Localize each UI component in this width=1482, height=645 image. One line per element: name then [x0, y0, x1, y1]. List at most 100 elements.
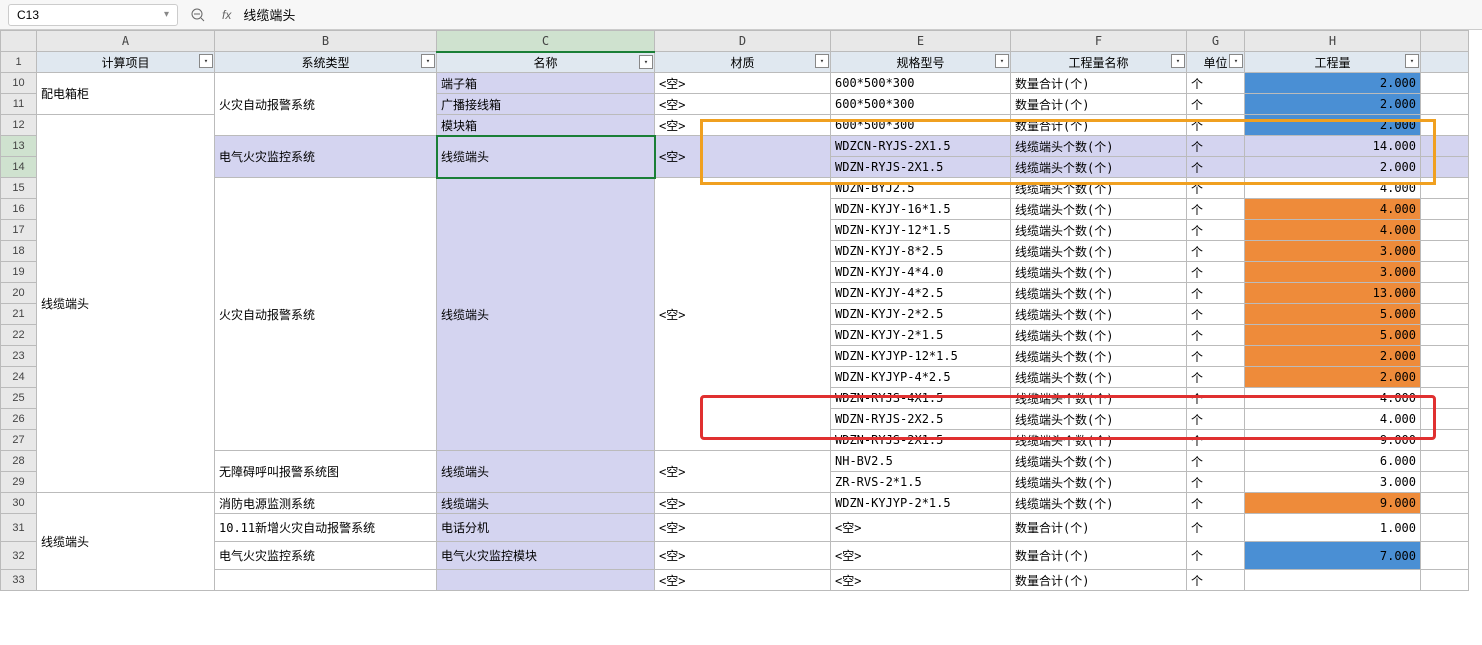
cell-A[interactable]: 线缆端头 — [37, 493, 215, 591]
cell-H[interactable]: 2.000 — [1245, 115, 1421, 136]
cell-D[interactable]: <空> — [655, 178, 831, 451]
formula-input[interactable] — [243, 4, 1474, 26]
cell-H[interactable]: 6.000 — [1245, 451, 1421, 472]
select-all-corner[interactable] — [1, 31, 37, 52]
cell-H[interactable] — [1245, 570, 1421, 591]
cell-E[interactable]: WDZN-KYJY-16*1.5 — [831, 199, 1011, 220]
cell-H[interactable]: 9.000 — [1245, 493, 1421, 514]
cell-B[interactable]: 火灾自动报警系统 — [215, 73, 437, 136]
cell-F[interactable]: 线缆端头个数(个) — [1011, 472, 1187, 493]
cell-D[interactable]: <空> — [655, 73, 831, 94]
cell-D[interactable]: <空> — [655, 115, 831, 136]
cell-H[interactable]: 9.000 — [1245, 430, 1421, 451]
cell-C[interactable] — [437, 570, 655, 591]
cell-E[interactable]: WDZN-KYJYP-12*1.5 — [831, 346, 1011, 367]
cell-H[interactable]: 2.000 — [1245, 94, 1421, 115]
row-header[interactable]: 14 — [1, 157, 37, 178]
cell-F[interactable]: 线缆端头个数(个) — [1011, 136, 1187, 157]
cell-C[interactable]: 电气火灾监控模块 — [437, 542, 655, 570]
cell-G[interactable]: 个 — [1187, 367, 1245, 388]
column-header-B[interactable]: B — [215, 31, 437, 52]
cell-F[interactable]: 线缆端头个数(个) — [1011, 220, 1187, 241]
cell-H[interactable]: 4.000 — [1245, 388, 1421, 409]
row-header[interactable]: 16 — [1, 199, 37, 220]
cell-F[interactable]: 线缆端头个数(个) — [1011, 178, 1187, 199]
cell-E[interactable]: WDZN-KYJY-8*2.5 — [831, 241, 1011, 262]
cell-A[interactable]: 线缆端头 — [37, 115, 215, 493]
cell-D[interactable]: <空> — [655, 451, 831, 493]
row-header[interactable]: 12 — [1, 115, 37, 136]
cell-F[interactable]: 线缆端头个数(个) — [1011, 346, 1187, 367]
row-header[interactable]: 31 — [1, 514, 37, 542]
cell-F[interactable]: 线缆端头个数(个) — [1011, 451, 1187, 472]
cell-G[interactable]: 个 — [1187, 472, 1245, 493]
cell-G[interactable]: 个 — [1187, 514, 1245, 542]
cell-A[interactable]: 配电箱柜 — [37, 73, 215, 115]
filter-dropdown-icon[interactable]: ▾ — [199, 54, 213, 68]
cell-E[interactable]: WDZN-BYJ2.5 — [831, 178, 1011, 199]
filter-dropdown-icon[interactable]: ▾ — [1171, 54, 1185, 68]
filter-dropdown-icon[interactable]: ▾ — [421, 54, 435, 68]
cell-G[interactable]: 个 — [1187, 220, 1245, 241]
cell-C[interactable]: 模块箱 — [437, 115, 655, 136]
cell-G[interactable]: 个 — [1187, 388, 1245, 409]
cell-H[interactable]: 13.000 — [1245, 283, 1421, 304]
filter-header-E[interactable]: 规格型号▾ — [831, 52, 1011, 73]
cell-F[interactable]: 数量合计(个) — [1011, 115, 1187, 136]
cell-B[interactable]: 电气火灾监控系统 — [215, 136, 437, 178]
cell-H[interactable]: 3.000 — [1245, 241, 1421, 262]
cell-F[interactable]: 线缆端头个数(个) — [1011, 283, 1187, 304]
filter-header-G[interactable]: 单位▾ — [1187, 52, 1245, 73]
row-header[interactable]: 15 — [1, 178, 37, 199]
cell-C[interactable]: 线缆端头 — [437, 493, 655, 514]
cell-D[interactable]: <空> — [655, 136, 831, 178]
cell-F[interactable]: 线缆端头个数(个) — [1011, 199, 1187, 220]
cell-F[interactable]: 线缆端头个数(个) — [1011, 409, 1187, 430]
row-header[interactable]: 17 — [1, 220, 37, 241]
row-header[interactable]: 10 — [1, 73, 37, 94]
cell-F[interactable]: 数量合计(个) — [1011, 94, 1187, 115]
cell-E[interactable]: WDZN-RYJS-2X1.5 — [831, 157, 1011, 178]
cell-E[interactable]: NH-BV2.5 — [831, 451, 1011, 472]
filter-dropdown-icon[interactable]: ▾ — [1405, 54, 1419, 68]
cell-H[interactable]: 4.000 — [1245, 220, 1421, 241]
cell-H[interactable]: 2.000 — [1245, 73, 1421, 94]
cell-F[interactable]: 线缆端头个数(个) — [1011, 157, 1187, 178]
cell-F[interactable]: 线缆端头个数(个) — [1011, 262, 1187, 283]
cell-E[interactable]: <空> — [831, 542, 1011, 570]
filter-header-C[interactable]: 名称▾ — [437, 52, 655, 73]
cell-H[interactable]: 2.000 — [1245, 367, 1421, 388]
column-header-G[interactable]: G — [1187, 31, 1245, 52]
row-header[interactable]: 21 — [1, 304, 37, 325]
row-header[interactable]: 18 — [1, 241, 37, 262]
cell-H[interactable]: 5.000 — [1245, 325, 1421, 346]
cell-E[interactable]: WDZN-KYJYP-4*2.5 — [831, 367, 1011, 388]
column-header-blank[interactable] — [1421, 31, 1469, 52]
cell-D[interactable]: <空> — [655, 570, 831, 591]
row-header[interactable]: 26 — [1, 409, 37, 430]
cell-G[interactable]: 个 — [1187, 94, 1245, 115]
row-header[interactable]: 19 — [1, 262, 37, 283]
cell-F[interactable]: 线缆端头个数(个) — [1011, 241, 1187, 262]
row-header[interactable]: 1 — [1, 52, 37, 73]
cell-H[interactable]: 5.000 — [1245, 304, 1421, 325]
cell-reference-box[interactable]: C13 ▾ — [8, 4, 178, 26]
column-header-E[interactable]: E — [831, 31, 1011, 52]
row-header[interactable]: 20 — [1, 283, 37, 304]
cell-G[interactable]: 个 — [1187, 262, 1245, 283]
cell-H[interactable]: 14.000 — [1245, 136, 1421, 157]
cell-C[interactable]: 线缆端头 — [437, 136, 655, 178]
cell-D[interactable]: <空> — [655, 514, 831, 542]
column-header-H[interactable]: H — [1245, 31, 1421, 52]
cell-F[interactable]: 数量合计(个) — [1011, 514, 1187, 542]
cell-E[interactable]: <空> — [831, 570, 1011, 591]
cell-G[interactable]: 个 — [1187, 73, 1245, 94]
cell-G[interactable]: 个 — [1187, 542, 1245, 570]
cell-H[interactable]: 2.000 — [1245, 157, 1421, 178]
column-header-F[interactable]: F — [1011, 31, 1187, 52]
cell-G[interactable]: 个 — [1187, 199, 1245, 220]
cell-F[interactable]: 线缆端头个数(个) — [1011, 388, 1187, 409]
cell-E[interactable]: ZR-RVS-2*1.5 — [831, 472, 1011, 493]
column-header-C[interactable]: C — [437, 31, 655, 52]
cell-E[interactable]: WDZCN-RYJS-2X1.5 — [831, 136, 1011, 157]
